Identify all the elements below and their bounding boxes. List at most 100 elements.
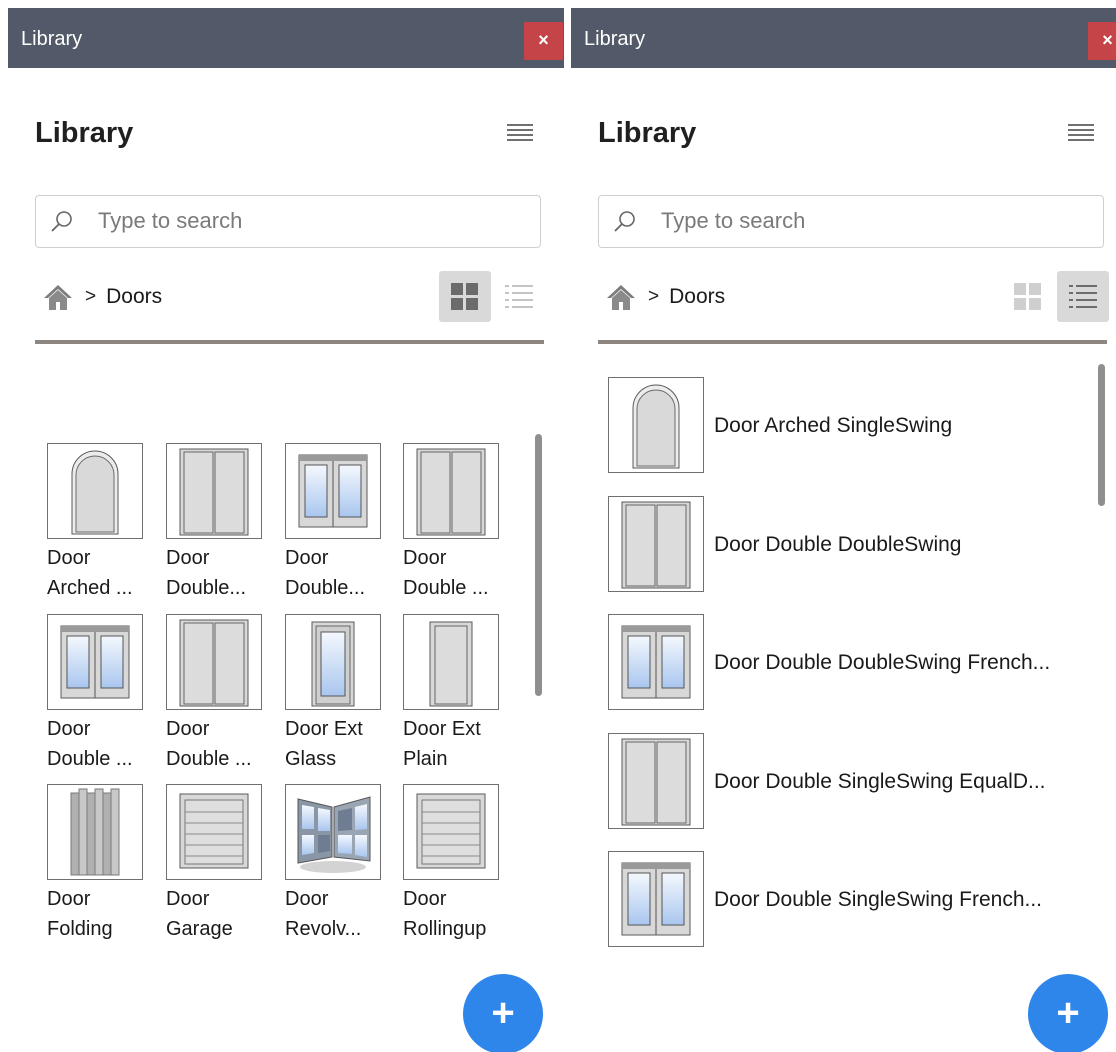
scrollbar[interactable] [535, 434, 542, 696]
door-double-icon [608, 732, 704, 829]
add-button[interactable]: + [1028, 974, 1108, 1052]
grid-item-label-line1: Door Ext [285, 718, 363, 740]
search-box[interactable] [598, 195, 1104, 248]
grid-item-label-line2: Double... [166, 577, 247, 599]
door-double-icon [608, 495, 704, 592]
grid-item-label-line2: Rollingup [403, 918, 487, 940]
door-garage-icon [166, 784, 262, 880]
grid-item[interactable]: Door Revolv... [285, 784, 397, 944]
door-double-french-icon [47, 614, 143, 710]
grid-view-button[interactable] [439, 271, 491, 322]
grid-item-label-line1: Door [403, 547, 447, 569]
window-titlebar[interactable]: Library × [8, 8, 564, 68]
home-icon[interactable] [606, 283, 636, 311]
list-view-icon [1069, 285, 1097, 308]
header-divider [35, 340, 544, 344]
search-input[interactable] [661, 205, 1061, 237]
search-icon [614, 211, 635, 232]
list-view-icon [505, 285, 533, 308]
hamburger-menu-icon[interactable] [507, 124, 533, 144]
grid-item-label-line2: Double ... [166, 748, 252, 770]
window-title: Library [584, 28, 646, 50]
scrollbar[interactable] [1098, 364, 1105, 506]
grid-view-icon [451, 283, 478, 310]
hamburger-menu-icon[interactable] [1068, 124, 1094, 144]
list-item[interactable]: Door Double SingleSwing French... [608, 851, 1098, 948]
grid-item-label-line1: Door [47, 888, 91, 910]
list-item[interactable]: Door Arched SingleSwing [608, 377, 1098, 474]
grid-item[interactable]: Door Arched ... [47, 443, 159, 603]
breadcrumb-separator: > [85, 286, 97, 307]
grid-item-label-line2: Arched ... [47, 577, 133, 599]
grid-item[interactable]: Door Folding [47, 784, 159, 944]
door-folding-icon [47, 784, 143, 880]
grid-item[interactable]: Door Garage [166, 784, 278, 944]
list-item-label: Door Double DoubleSwing [714, 532, 962, 556]
list-view-button[interactable] [1057, 271, 1109, 322]
list-item-label: Door Arched SingleSwing [714, 414, 953, 437]
search-box[interactable] [35, 195, 541, 248]
door-ext-plain-icon [403, 614, 499, 710]
grid-view-icon [1014, 283, 1041, 310]
close-button[interactable]: × [524, 22, 563, 60]
breadcrumb-folder-doors[interactable]: Doors [106, 285, 162, 309]
list-item-label: Door Double SingleSwing EqualD... [714, 769, 1046, 793]
grid-item-label-line2: Plain [403, 748, 448, 770]
door-arched-icon [47, 443, 143, 539]
list-item[interactable]: Door Double DoubleSwing [608, 495, 1098, 593]
list-item[interactable]: Door Double SingleSwing EqualD... [608, 732, 1098, 830]
grid-item-label-line1: Door [166, 547, 210, 569]
grid-item[interactable]: Door Double... [285, 443, 397, 603]
grid-item-label-line1: Door [403, 888, 447, 910]
breadcrumb: > Doors [43, 279, 162, 315]
window-titlebar[interactable]: Library × [571, 8, 1116, 68]
library-panel-list-view: Library × Library > Doors Door [571, 0, 1116, 1052]
grid-item-label-line1: Door [285, 888, 329, 910]
library-panel-grid-view: Library × Library > Doors DoorA [8, 0, 564, 1052]
grid-item[interactable]: Door Double ... [403, 443, 515, 603]
grid-item[interactable]: Door Ext Plain [403, 614, 515, 774]
close-icon: × [1102, 30, 1113, 50]
grid-item-label-line2: Revolv... [285, 918, 362, 940]
grid-view-button[interactable] [1002, 271, 1054, 322]
window-title: Library [21, 28, 83, 50]
list-item-label: Door Double DoubleSwing French... [714, 651, 1051, 674]
door-revolving-icon [285, 784, 381, 880]
close-icon: × [538, 30, 549, 50]
breadcrumb: > Doors [606, 279, 725, 315]
grid-item-label-line2: Folding [47, 918, 113, 940]
grid-item-label-line2: Double... [285, 577, 366, 599]
list-item[interactable]: Door Double DoubleSwing French... [608, 614, 1098, 711]
grid-item[interactable]: Door Double ... [47, 614, 159, 774]
grid-item[interactable]: Door Ext Glass [285, 614, 397, 774]
grid-item-label-line2: Double ... [403, 577, 489, 599]
breadcrumb-separator: > [648, 286, 660, 307]
door-double-icon [166, 443, 262, 539]
grid-item-label-line1: Door Ext [403, 718, 481, 740]
header-divider [598, 340, 1107, 344]
breadcrumb-folder-doors[interactable]: Doors [669, 285, 725, 309]
list-item-label: Door Double SingleSwing French... [714, 888, 1043, 911]
door-arched-icon [608, 377, 704, 473]
grid-item-label-line1: Door [285, 547, 329, 569]
door-double-icon [403, 443, 499, 539]
grid-item[interactable]: Door Double ... [166, 614, 278, 774]
search-input[interactable] [98, 205, 498, 237]
grid-item[interactable]: Door Double... [166, 443, 278, 603]
door-rollingup-icon [403, 784, 499, 880]
grid-item-label-line1: Door [166, 888, 210, 910]
door-double-french-icon [285, 443, 381, 539]
close-button[interactable]: × [1088, 22, 1116, 60]
door-double-french-icon [608, 851, 704, 947]
list-view-button[interactable] [493, 271, 545, 322]
door-double-french-icon [608, 614, 704, 710]
door-ext-glass-icon [285, 614, 381, 710]
grid-item[interactable]: Door Rollingup [403, 784, 515, 944]
page-title: Library [35, 117, 134, 149]
grid-item-label-line1: Door [47, 547, 91, 569]
search-icon [51, 211, 72, 232]
plus-icon: + [491, 991, 515, 1035]
home-icon[interactable] [43, 283, 73, 311]
add-button[interactable]: + [463, 974, 543, 1052]
page-title: Library [598, 117, 697, 149]
